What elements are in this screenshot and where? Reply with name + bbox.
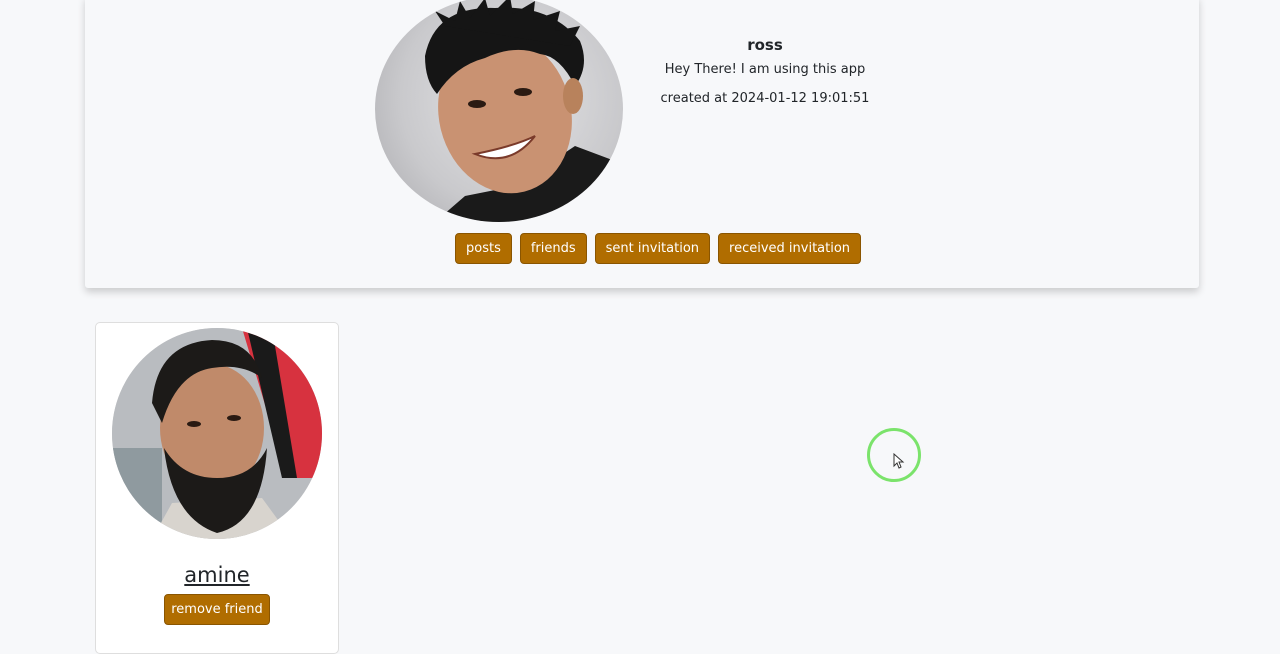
profile-avatar [375, 0, 623, 222]
tab-posts[interactable]: posts [455, 233, 512, 264]
profile-created-date: created at 2024-01-12 19:01:51 [660, 91, 870, 106]
profile-photo-icon [425, 0, 623, 222]
profile-tabs: posts friends sent invitation received i… [455, 233, 862, 264]
friend-card: amine remove friend [95, 322, 339, 654]
friend-avatar [112, 328, 322, 539]
tab-received-invitation[interactable]: received invitation [718, 233, 862, 264]
friend-photo-icon [112, 328, 322, 539]
mouse-pointer-icon [893, 453, 905, 469]
profile-bio: Hey There! I am using this app [664, 62, 866, 77]
tab-friends[interactable]: friends [519, 233, 587, 264]
friend-name-link[interactable]: amine [96, 563, 338, 587]
profile-info: ross Hey There! I am using this app crea… [645, 32, 885, 106]
profile-name: ross [747, 36, 783, 54]
tab-sent-invitation[interactable]: sent invitation [594, 233, 711, 264]
remove-friend-button[interactable]: remove friend [164, 594, 270, 625]
profile-header-card: ross Hey There! I am using this app crea… [85, 0, 1199, 288]
